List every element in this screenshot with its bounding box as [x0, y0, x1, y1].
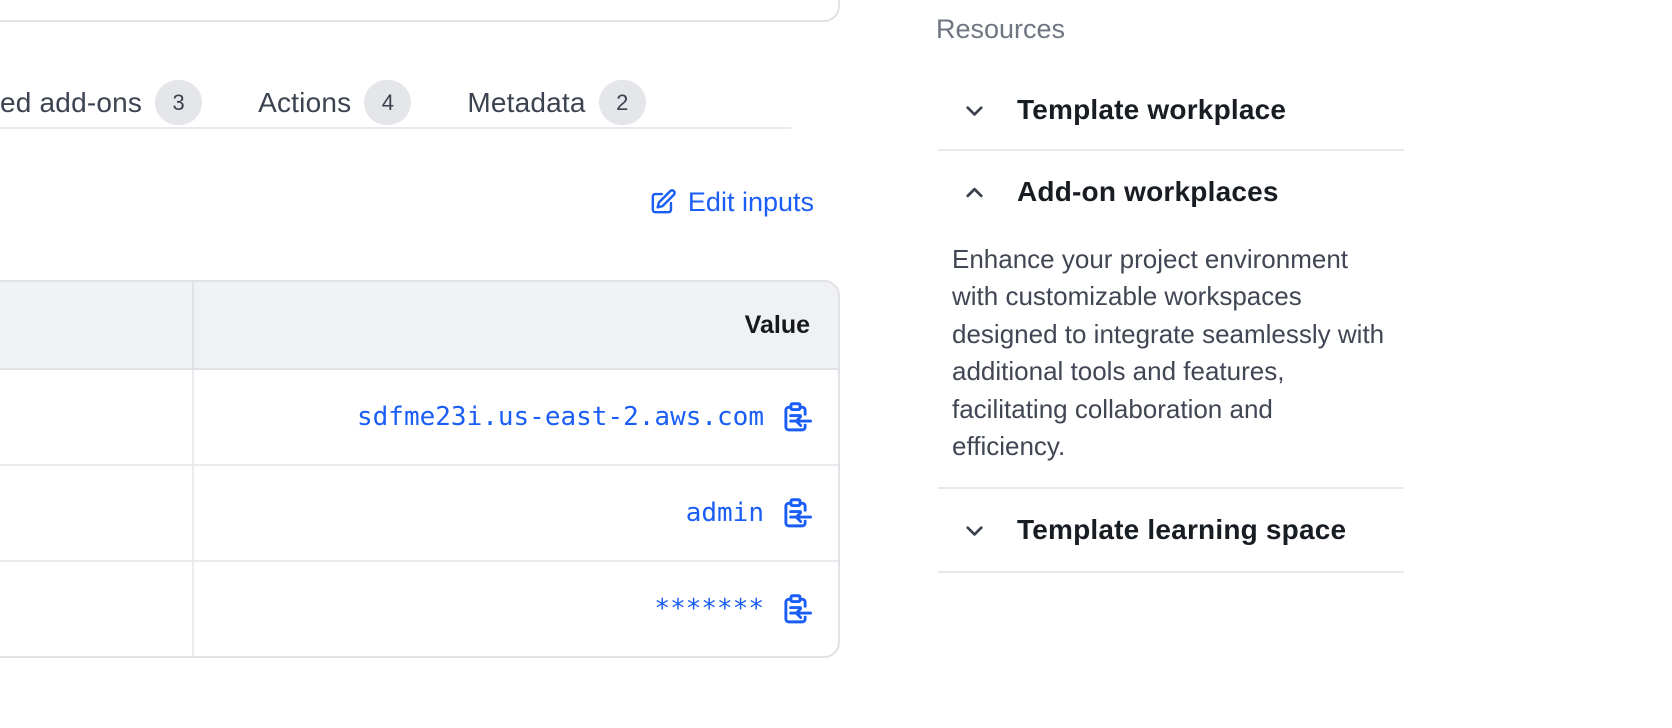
tab-count-badge: 3 — [155, 80, 202, 125]
resources-panel-title: Resources — [936, 14, 1065, 45]
copy-to-clipboard-icon[interactable] — [779, 496, 812, 531]
accordion-label: Add-on workplaces — [1017, 176, 1279, 208]
tab-count-badge: 2 — [599, 80, 646, 125]
table-body: sdfme23i.us-east-2.aws.com — [0, 370, 838, 656]
name-column-header — [0, 282, 194, 368]
chevron-up-icon — [961, 179, 988, 206]
add-on-workplaces-description: Enhance your project environment with cu… — [952, 241, 1442, 465]
section-divider — [938, 149, 1404, 151]
copy-to-clipboard-icon[interactable] — [779, 400, 812, 435]
tab-bar-divider — [0, 127, 791, 129]
tab-label: ed add-ons — [0, 87, 142, 119]
page: ed add-ons 3 Actions 4 Metadata 2 Edit i… — [0, 0, 1672, 728]
edit-inputs-button[interactable]: Edit inputs — [648, 187, 814, 218]
section-divider — [938, 487, 1404, 489]
tab-label: Actions — [258, 87, 351, 119]
accordion-label: Template workplace — [1017, 94, 1286, 126]
chevron-down-icon — [961, 97, 988, 124]
table-row: ******* — [0, 560, 838, 656]
table-row: sdfme23i.us-east-2.aws.com — [0, 370, 838, 464]
accordion-template-learning-space[interactable]: Template learning space — [938, 507, 1404, 553]
accordion-label: Template learning space — [1017, 514, 1346, 546]
input-value-username: admin — [686, 498, 764, 528]
edit-inputs-label: Edit inputs — [688, 187, 814, 218]
chevron-down-icon — [961, 517, 988, 544]
tab-label: Metadata — [467, 87, 585, 119]
top-card-edge — [0, 0, 840, 22]
input-value-host: sdfme23i.us-east-2.aws.com — [357, 402, 764, 432]
tab-actions[interactable]: Actions 4 — [258, 80, 411, 125]
inputs-table: Value sdfme23i.us-east-2.aws.com — [0, 280, 840, 658]
copy-to-clipboard-icon[interactable] — [779, 592, 812, 627]
tab-bar: ed add-ons 3 Actions 4 Metadata 2 — [0, 80, 646, 125]
tab-count-badge: 4 — [364, 80, 411, 125]
accordion-add-on-workplaces[interactable]: Add-on workplaces — [938, 169, 1404, 215]
value-header-label: Value — [745, 311, 810, 340]
accordion-template-workplace[interactable]: Template workplace — [938, 87, 1404, 133]
value-column-header: Value — [194, 282, 838, 368]
table-row: admin — [0, 464, 838, 560]
tab-metadata[interactable]: Metadata 2 — [467, 80, 645, 125]
table-header-row: Value — [0, 282, 838, 370]
input-value-password-masked: ******* — [654, 594, 764, 624]
edit-pencil-icon — [648, 188, 677, 217]
section-divider — [938, 571, 1404, 573]
tab-installed-add-ons[interactable]: ed add-ons 3 — [0, 80, 202, 125]
